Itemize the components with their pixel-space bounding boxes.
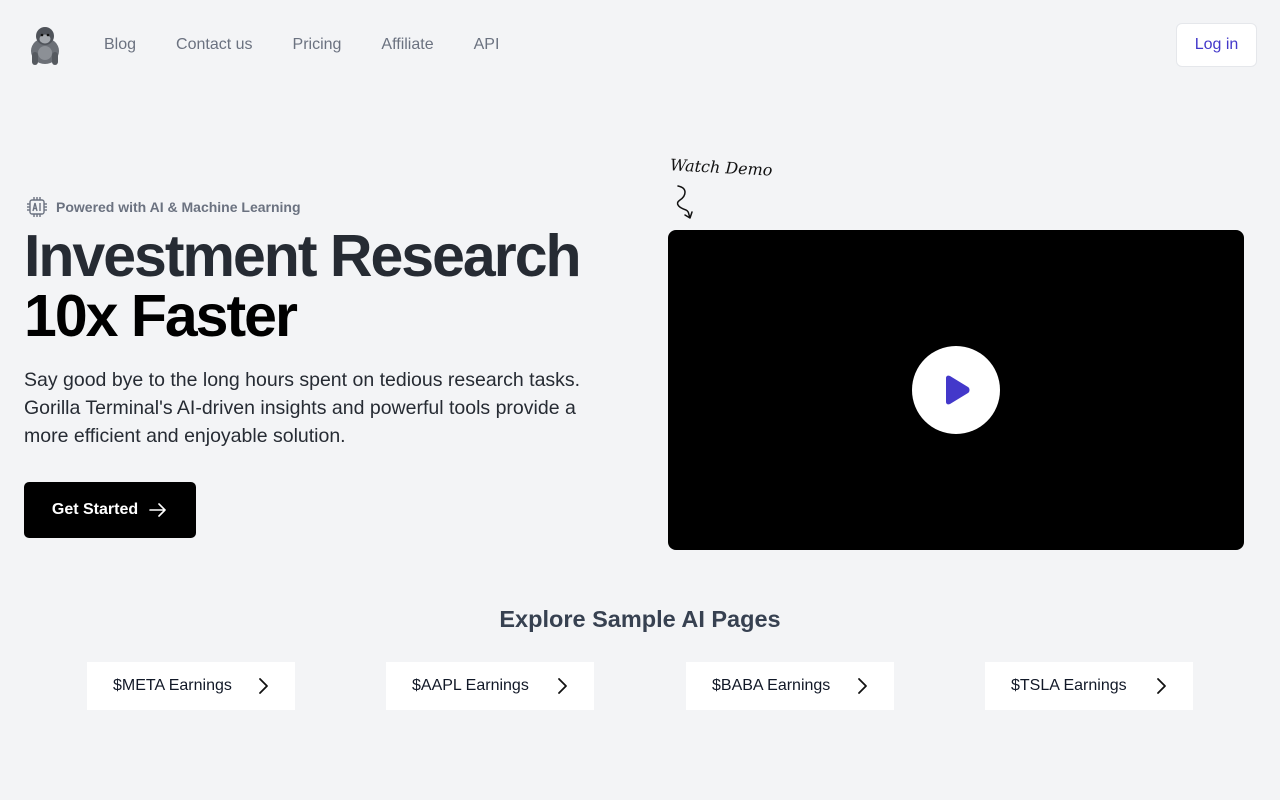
gorilla-icon [31,27,59,65]
watch-demo-label: Watch Demo [669,155,773,180]
get-started-button[interactable]: Get Started [24,482,196,538]
squiggle-arrow-icon [676,185,693,219]
ai-badge: Powered with AI & Machine Learning [26,196,301,218]
nav-link-affiliate[interactable]: Affiliate [381,35,433,55]
sample-card-tsla[interactable]: $TSLA Earnings [985,662,1193,710]
samples-title: Explore Sample AI Pages [499,606,781,632]
chevron-right-icon [259,678,268,694]
nav-link-api[interactable]: API [474,35,500,55]
headline-line-2: 10x Faster [24,283,298,349]
sample-card-aapl[interactable]: $AAPL Earnings [386,662,594,710]
nav-link-blog[interactable]: Blog [104,35,136,55]
logo[interactable] [25,24,65,66]
sample-card-label: $AAPL Earnings [412,677,529,694]
hero-headline: Investment Research 10x Faster [24,226,644,346]
sample-card-baba[interactable]: $BABA Earnings [686,662,894,710]
badge-text: Powered with AI & Machine Learning [56,199,301,215]
sample-card-label: $BABA Earnings [712,677,831,694]
nav-link-pricing[interactable]: Pricing [293,35,342,55]
play-icon [946,375,970,405]
hero-subtitle: Say good bye to the long hours spent on … [24,369,581,447]
sample-card-meta[interactable]: $META Earnings [87,662,295,710]
nav-links: Blog Contact us Pricing Affiliate API [104,35,539,55]
demo-video[interactable] [668,230,1244,550]
nav-link-contact-us[interactable]: Contact us [176,35,252,55]
get-started-label: Get Started [51,501,139,518]
sample-card-label: $TSLA Earnings [1011,677,1127,694]
chevron-right-icon [558,678,567,694]
headline-line-1: Investment Research [24,223,582,289]
sample-card-label: $META Earnings [113,677,232,694]
chevron-right-icon [1157,678,1166,694]
arrow-right-icon [149,503,166,517]
login-button[interactable]: Log in [1176,23,1257,67]
ai-chip-icon [27,197,47,217]
play-button[interactable] [912,346,1000,434]
top-nav: Blog Contact us Pricing Affiliate API Lo… [0,0,1280,90]
chevron-right-icon [858,678,867,694]
